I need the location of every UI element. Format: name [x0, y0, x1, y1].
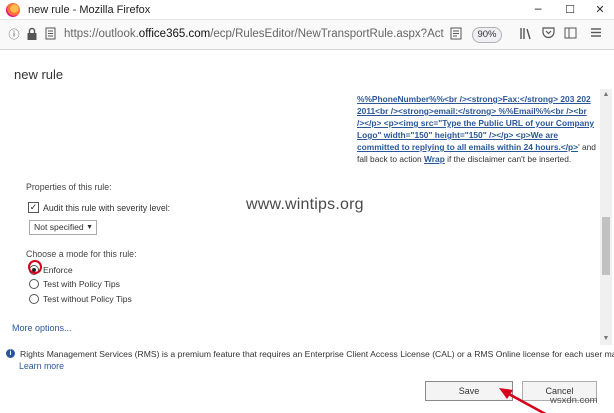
maximize-button[interactable]: ☐	[558, 2, 582, 18]
library-icon[interactable]	[518, 27, 534, 43]
chevron-down-icon: ▼	[86, 224, 93, 231]
fallback-suffix: if the disclaimer can't be inserted.	[444, 154, 572, 164]
audit-checkbox[interactable]: ✓	[28, 202, 39, 213]
minimize-button[interactable]: ─	[526, 2, 550, 18]
rule-scroll-area[interactable]: %%PhoneNumber%%<br /><strong>Fax:</stron…	[0, 89, 600, 345]
watermark: www.wintips.org	[246, 196, 364, 213]
scroll-thumb[interactable]	[602, 217, 610, 275]
address-bar: ⓘ https://outlook.office365.com/ecp/Rule…	[0, 20, 614, 50]
scroll-up-icon[interactable]: ▲	[600, 89, 612, 101]
pocket-icon[interactable]	[540, 27, 556, 43]
vertical-scrollbar[interactable]: ▲ ▼	[600, 89, 612, 345]
rms-notice-text: Rights Management Services (RMS) is a pr…	[20, 349, 614, 359]
scroll-down-icon[interactable]: ▼	[600, 333, 612, 345]
disclaimer-line: 2011<br /><strong>email:</strong> %%Emai…	[357, 106, 587, 116]
properties-label: Properties of this rule:	[26, 182, 112, 192]
test-with-tips-label: Test with Policy Tips	[43, 279, 120, 289]
sidebar-icon[interactable]	[562, 27, 578, 43]
page-title: new rule	[14, 67, 64, 82]
enforce-label: Enforce	[43, 265, 73, 275]
disclaimer-text-link[interactable]: %%PhoneNumber%%<br /><strong>Fax:</stron…	[357, 94, 594, 152]
disclaimer-line: /></p> <p><img src="Type the Public URL …	[357, 118, 595, 128]
audit-label: Audit this rule with severity level:	[43, 203, 171, 213]
disclaimer-line: Logo" width="150" height="150" /></p> <p…	[357, 130, 558, 140]
window-titlebar: new rule - Mozilla Firefox ─ ☐ ✕	[0, 0, 614, 20]
url-path: /ecp/RulesEditor/NewTransportRule.aspx?A…	[210, 28, 444, 40]
url-prefix: https://outlook.	[64, 28, 139, 40]
window-title: new rule - Mozilla Firefox	[28, 4, 151, 16]
disclaimer-summary: %%PhoneNumber%%<br /><strong>Fax:</stron…	[357, 93, 597, 165]
severity-value: Not specified	[34, 222, 84, 232]
learn-more-link[interactable]: Learn more	[19, 361, 64, 371]
enforce-highlight-circle	[28, 260, 42, 274]
disclaimer-line: committed to replying to all emails with…	[357, 142, 579, 152]
reader-view-icon[interactable]	[448, 27, 464, 43]
page-content: new rule %%PhoneNumber%%<br /><strong>Fa…	[0, 51, 614, 413]
firefox-logo-icon	[6, 3, 20, 17]
fallback-action-link[interactable]: Wrap	[424, 154, 445, 164]
red-arrow-annotation	[499, 388, 547, 413]
url-domain: office365.com	[138, 28, 211, 40]
disclaimer-line: %%PhoneNumber%%<br /><strong>Fax:</stron…	[357, 94, 591, 104]
fallback-prefix: fall back to action	[357, 154, 425, 164]
info-circle-icon: i	[6, 349, 15, 358]
watermark-sub: wsxdn.com	[550, 395, 598, 406]
zoom-level-button[interactable]: 90%	[472, 27, 502, 43]
disclaimer-suffix: ' and	[578, 142, 596, 152]
page-icon[interactable]	[42, 27, 58, 43]
close-window-button[interactable]: ✕	[588, 2, 612, 18]
test-without-tips-label: Test without Policy Tips	[43, 294, 132, 304]
menu-icon[interactable]	[588, 27, 604, 43]
lock-icon[interactable]	[24, 27, 40, 43]
test-with-tips-radio[interactable]	[29, 279, 39, 289]
info-icon[interactable]: ⓘ	[6, 27, 22, 43]
test-without-tips-radio[interactable]	[29, 294, 39, 304]
severity-select[interactable]: Not specified ▼	[29, 220, 97, 235]
mode-label: Choose a mode for this rule:	[26, 249, 137, 259]
more-options-link[interactable]: More options...	[12, 323, 72, 333]
url-field[interactable]: https://outlook.office365.com/ecp/RulesE…	[64, 28, 444, 40]
